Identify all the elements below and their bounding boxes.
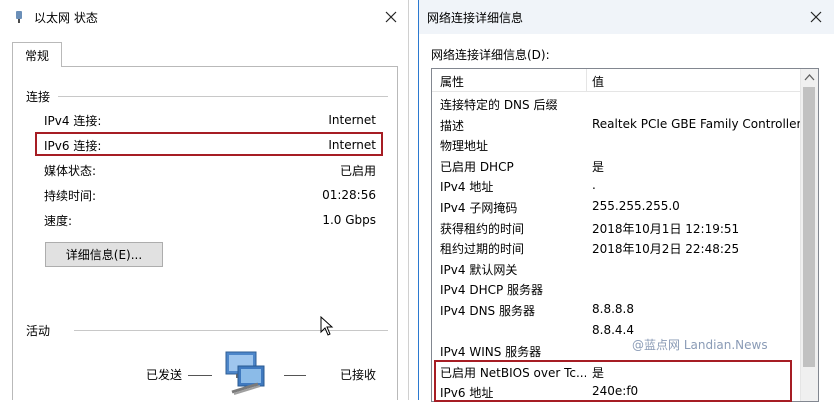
list-row[interactable]: IPv4 默认网关 [432,258,802,279]
row-value: 1.0 Gbps [322,213,376,227]
list-row[interactable]: 连接特定的 DNS 后缀 [432,93,802,114]
speed-row: 速度: 1.0 Gbps [44,210,376,230]
row-label: 持续时间: [44,188,97,203]
row-property: 已启用 DHCP [440,159,514,174]
scroll-up-arrow-icon[interactable] [801,69,818,86]
row-property: 物理地址 [440,139,489,154]
row-value: . [592,178,596,193]
received-dash [284,375,306,376]
activity-section-title: 活动 [26,324,51,338]
network-connection-details-window: 网络连接详细信息 网络连接详细信息(D): 属性 值 连接特定的 DNS 后缀 … [418,0,834,402]
list-row[interactable]: 物理地址 [432,134,802,155]
row-property: IPv4 地址 [440,180,494,195]
list-row[interactable]: 获得租约的时间 2018年10月1日 12:19:51 [432,217,802,238]
row-label: 媒体状态: [44,163,97,178]
row-value: 2018年10月2日 22:48:25 [592,242,740,257]
row-value: 已启用 [339,163,376,178]
list-row[interactable]: IPv4 子网掩码 255.255.255.0 [432,196,802,217]
row-value: 是 [592,159,605,174]
window-title: 以太网 状态 [34,10,98,25]
row-property: IPv4 WINS 服务器 [440,345,542,360]
row-label: 速度: [44,213,73,228]
row-property: 连接特定的 DNS 后缀 [440,98,558,112]
tab-general[interactable]: 常规 [12,42,62,67]
list-row[interactable]: IPv4 DHCP 服务器 [432,278,802,299]
list-header: 属性 值 [432,69,802,92]
network-adapter-icon [16,11,22,23]
row-property: 租约过期的时间 [440,242,525,257]
netbios-ipv6-highlight-box [434,360,792,402]
row-property: 获得租约的时间 [440,221,525,236]
network-computers-icon [225,351,265,395]
column-separator[interactable] [586,69,587,91]
media-state-row: 媒体状态: 已启用 [44,160,376,180]
close-icon[interactable] [382,8,400,26]
row-value: 01:28:56 [322,188,376,202]
row-property: IPv4 DNS 服务器 [440,304,535,318]
sent-dash [188,375,212,376]
row-value: 8.8.8.8 [592,302,634,316]
connection-section-title: 连接 [26,90,51,104]
vertical-scrollbar[interactable] [800,69,818,401]
column-header-value[interactable]: 值 [592,73,604,90]
tab-general-label: 常规 [24,48,49,63]
duration-row: 持续时间: 01:28:56 [44,185,376,205]
details-list-label: 网络连接详细信息(D): [431,48,550,62]
row-value: Internet [328,113,376,127]
ipv6-highlight-box [35,132,383,156]
list-row[interactable]: IPv4 地址 . [432,175,802,196]
mouse-cursor-icon [320,316,334,336]
row-property: IPv4 默认网关 [440,262,518,277]
row-value: 2018年10月1日 12:19:51 [592,221,740,236]
list-row[interactable]: IPv4 DNS 服务器 8.8.8.8 [432,299,802,320]
list-row[interactable]: 租约过期的时间 2018年10月2日 22:48:25 [432,237,802,258]
list-row[interactable]: 描述 Realtek PCIe GBE Family Controller [432,114,802,135]
section-divider [58,96,388,97]
ethernet-status-window: 以太网 状态 常规 连接 IPv4 连接: Internet IPv6 连接: … [0,0,409,400]
row-property: 描述 [440,118,465,133]
window-title: 网络连接详细信息 [427,10,524,25]
details-button[interactable]: 详细信息(E)... [45,242,163,267]
row-property: IPv4 子网掩码 [440,201,518,215]
row-property: IPv4 DHCP 服务器 [440,283,544,298]
section-divider [74,330,388,331]
row-value: Realtek PCIe GBE Family Controller [592,116,802,131]
column-header-property[interactable]: 属性 [440,73,464,90]
list-row[interactable]: 已启用 DHCP 是 [432,155,802,176]
title-bar[interactable]: 网络连接详细信息 [419,0,834,34]
watermark-label: @蓝点网 Landian.News [630,336,770,353]
scrollbar-thumb[interactable] [803,87,815,367]
received-label: 已接收 [340,368,377,382]
row-value: 8.8.4.4 [592,322,634,337]
row-value: 255.255.255.0 [592,199,680,213]
title-bar[interactable]: 以太网 状态 [0,0,408,34]
ipv4-connectivity-row: IPv4 连接: Internet [44,110,376,130]
details-button-label: 详细信息(E)... [65,248,143,262]
sent-label: 已发送 [146,368,183,382]
row-label: IPv4 连接: [44,113,102,128]
close-icon[interactable] [807,8,825,26]
